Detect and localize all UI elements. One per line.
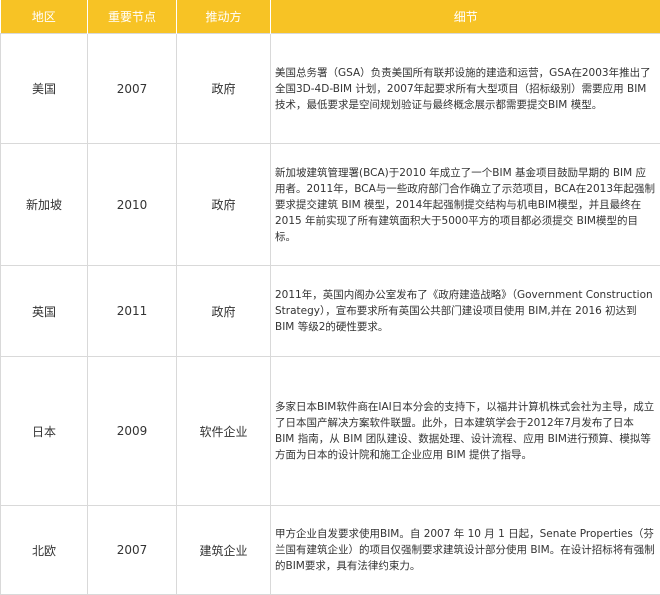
cell-driver: 政府 [177, 266, 271, 357]
table-row: 英国 2011 政府 2011年，英国内阁办公室发布了《政府建造战略》（Gove… [1, 266, 660, 357]
cell-region: 新加坡 [1, 144, 88, 266]
cell-year: 2011 [88, 266, 177, 357]
cell-driver: 政府 [177, 34, 271, 144]
cell-detail: 2011年，英国内阁办公室发布了《政府建造战略》（Government Cons… [271, 266, 660, 357]
table-row: 新加坡 2010 政府 新加坡建筑管理署(BCA)于2010 年成立了一个BIM… [1, 144, 660, 266]
cell-driver: 政府 [177, 144, 271, 266]
cell-year: 2010 [88, 144, 177, 266]
table-row: 美国 2007 政府 美国总务署（GSA）负责美国所有联邦设施的建造和运营，GS… [1, 34, 660, 144]
table-row: 日本 2009 软件企业 多家日本BIM软件商在IAI日本分会的支持下，以福井计… [1, 357, 660, 506]
cell-detail: 甲方企业自发要求使用BIM。自 2007 年 10 月 1 日起，Senate … [271, 506, 660, 595]
bim-policy-table: 地区 重要节点 推动方 细节 美国 2007 政府 美国总务署（GSA）负责美国… [0, 0, 660, 595]
cell-year: 2007 [88, 506, 177, 595]
cell-driver: 软件企业 [177, 357, 271, 506]
header-driver: 推动方 [177, 0, 271, 34]
cell-driver: 建筑企业 [177, 506, 271, 595]
cell-detail: 多家日本BIM软件商在IAI日本分会的支持下，以福井计算机株式会社为主导，成立了… [271, 357, 660, 506]
cell-region: 北欧 [1, 506, 88, 595]
header-row: 地区 重要节点 推动方 细节 [1, 0, 660, 34]
header-detail: 细节 [271, 0, 660, 34]
header-year: 重要节点 [88, 0, 177, 34]
cell-region: 美国 [1, 34, 88, 144]
header-region: 地区 [1, 0, 88, 34]
cell-detail: 美国总务署（GSA）负责美国所有联邦设施的建造和运营，GSA在2003年推出了全… [271, 34, 660, 144]
cell-region: 英国 [1, 266, 88, 357]
cell-detail: 新加坡建筑管理署(BCA)于2010 年成立了一个BIM 基金项目鼓励早期的 B… [271, 144, 660, 266]
cell-region: 日本 [1, 357, 88, 506]
cell-year: 2009 [88, 357, 177, 506]
cell-year: 2007 [88, 34, 177, 144]
table-row: 北欧 2007 建筑企业 甲方企业自发要求使用BIM。自 2007 年 10 月… [1, 506, 660, 595]
